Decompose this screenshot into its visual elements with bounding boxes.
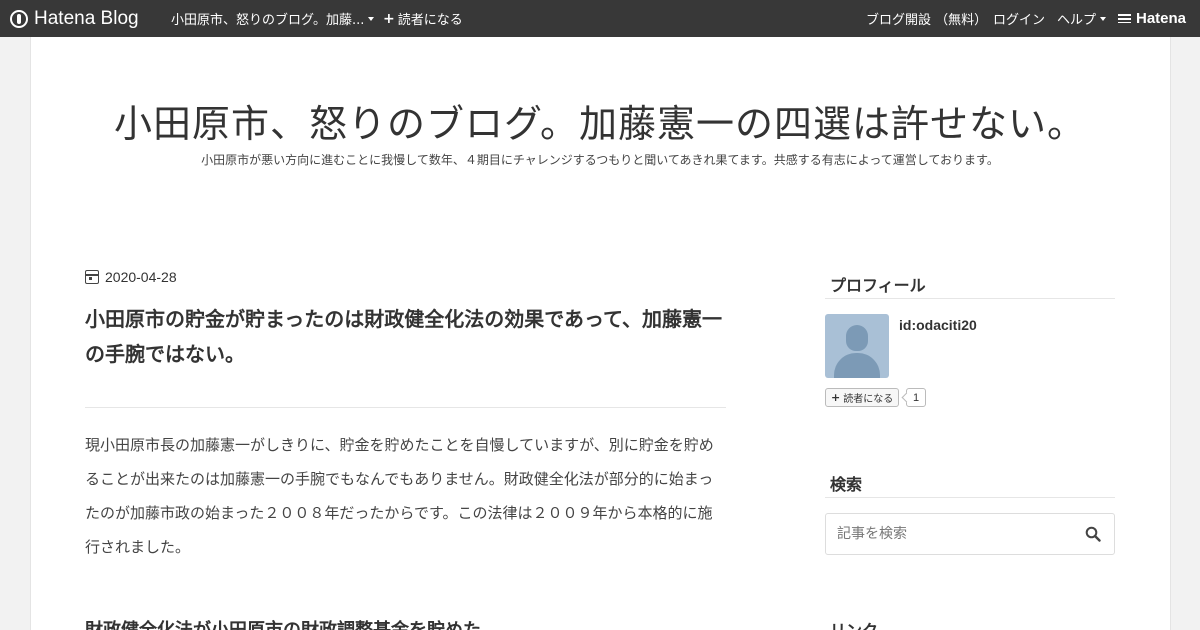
entry-heading: 財政健全化法が小田原市の財政調整基金を貯めた [85,616,725,630]
avatar-body [834,353,880,378]
search-input[interactable] [826,514,1076,554]
chevron-down-icon [368,16,375,21]
profile-divider [825,298,1115,299]
help-dropdown[interactable]: ヘルプ [1057,0,1107,37]
avatar-head [846,325,868,351]
entry-title[interactable]: 小田原市の貯金が貯まったのは財政健全化法の効果であって、加藤憲一の手腕ではない。 [85,302,725,372]
hatena-label: Hatena [1136,10,1187,27]
hatena-blog-logo-icon [10,9,28,28]
subscriber-count: 1 [906,388,926,407]
login-label: ログイン [993,13,1046,28]
blog-menu-label: 小田原市、怒りのブログ。加藤... [171,13,365,28]
search-heading: 検索 [830,475,863,494]
default-avatar-icon[interactable] [825,314,889,378]
global-header: Hatena Blog 小田原市、怒りのブログ。加藤... + 読者になる ブロ… [0,0,1200,37]
brand-label: Hatena Blog [34,7,139,29]
entry-date-text: 2020-04-28 [105,269,177,285]
hatena-home-link[interactable]: Hatena [1118,0,1186,37]
chevron-down-icon [1100,16,1107,21]
subscribe-button-label: 読者になる [843,394,894,405]
blog-menu-dropdown[interactable]: 小田原市、怒りのブログ。加藤... [171,0,375,37]
plus-icon: + [383,10,395,27]
plus-icon: + [831,391,841,404]
profile-id-link[interactable]: id:odaciti20 [899,317,977,333]
entry-body: 現小田原市長の加藤憲一がしきりに、貯金を貯めたことを自慢していますが、別に貯金を… [85,436,714,556]
search-divider [825,497,1115,498]
hatena-blog-logo[interactable]: Hatena Blog [10,0,139,37]
calendar-icon [85,270,99,284]
hatena-logo-icon [1118,14,1131,23]
profile-heading: プロフィール [830,276,926,295]
search-icon[interactable] [1085,526,1101,542]
links-heading: リンク [830,617,878,630]
entry-date[interactable]: 2020-04-28 [85,269,177,285]
login-link[interactable]: ログイン [993,0,1045,37]
open-blog-label: ブログ開設 （無料） [866,13,988,28]
entry-divider [85,407,726,408]
subscribe-button[interactable]: + 読者になる [825,388,900,407]
subscribe-link[interactable]: + 読者になる [383,0,463,37]
help-label: ヘルプ [1057,13,1097,28]
search-box [825,513,1115,555]
blog-description: 小田原市が悪い方向に進むことに我慢して数年、４期目にチャレンジするつもりと聞いて… [201,153,999,167]
open-blog-link[interactable]: ブログ開設 （無料） [866,0,987,37]
blog-title[interactable]: 小田原市、怒りのブログ。加藤憲一の四選は許せない。 [0,93,1200,148]
subscribe-label: 読者になる [397,13,463,28]
